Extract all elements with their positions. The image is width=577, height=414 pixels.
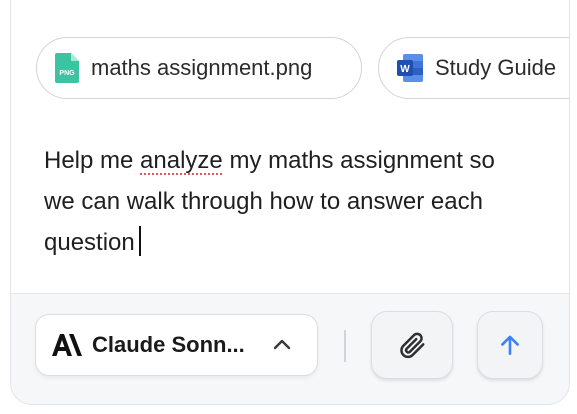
png-file-icon: PNG: [55, 53, 79, 83]
svg-text:W: W: [400, 64, 410, 75]
attach-file-button[interactable]: [371, 311, 453, 379]
model-label: Claude Sonn...: [92, 332, 245, 357]
paperclip-icon: [400, 332, 425, 359]
anthropic-logo-icon: [52, 334, 82, 356]
message-input[interactable]: Help me analyze my maths assignment so w…: [44, 140, 524, 263]
arrow-up-icon: [501, 335, 519, 355]
message-composer: PNG maths assignment.png W Study Guide H…: [10, 0, 570, 405]
misspelled-word[interactable]: analyze: [140, 147, 223, 174]
text-cursor: [138, 226, 141, 256]
attachment-name: maths assignment.png: [91, 55, 313, 80]
attachment-chip-png[interactable]: PNG maths assignment.png: [36, 37, 362, 99]
word-file-icon: W: [397, 54, 423, 82]
attachment-chip-word[interactable]: W Study Guide: [378, 37, 569, 99]
composer-toolbar: Claude Sonn...: [11, 293, 569, 404]
toolbar-divider: [344, 330, 346, 362]
chevron-up-icon: [273, 339, 291, 350]
send-button[interactable]: [477, 311, 543, 379]
model-selector-button[interactable]: Claude Sonn...: [35, 314, 318, 376]
svg-text:PNG: PNG: [59, 70, 75, 77]
message-text-start: Help me: [44, 147, 141, 174]
attachment-name: Study Guide: [435, 55, 557, 80]
attachments-row: PNG maths assignment.png W Study Guide: [36, 37, 569, 101]
